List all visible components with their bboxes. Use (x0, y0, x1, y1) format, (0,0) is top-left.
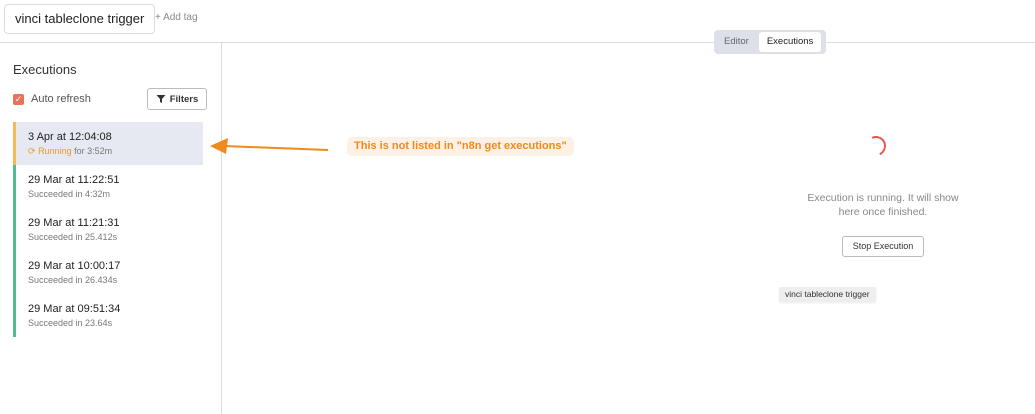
tab-executions[interactable]: Executions (758, 32, 822, 52)
workflow-name-field[interactable]: vinci tableclone trigger (4, 4, 156, 34)
add-tag-link[interactable]: + Add tag (155, 12, 198, 23)
running-duration: for 3:52m (71, 146, 113, 156)
view-toggle: Editor Executions (714, 30, 826, 54)
execution-date: 3 Apr at 12:04:08 (28, 131, 112, 143)
execution-status: Succeeded in 25.412s (28, 232, 118, 242)
executions-sidebar: Executions ✓ Auto refresh Filters 3 Apr … (0, 43, 222, 414)
execution-status: Succeeded in 4:32m (28, 189, 111, 199)
execution-status: Succeeded in 23.64s (28, 318, 113, 328)
loading-icon: ⟳ (28, 146, 36, 156)
execution-status: ⟳ Running for 3:52m (28, 146, 203, 157)
execution-item[interactable]: 29 Mar at 11:22:51 Succeeded in 4:32m (13, 165, 203, 208)
auto-refresh-checkbox[interactable]: ✓ (13, 93, 24, 105)
annotation-arrow-icon (210, 138, 329, 154)
execution-item[interactable]: 29 Mar at 11:21:31 Succeeded in 25.412s (13, 208, 203, 251)
workflow-node-label: vinci tableclone trigger (779, 287, 876, 302)
execution-item-running[interactable]: 3 Apr at 12:04:08 ⟳ Running for 3:52m (13, 122, 203, 165)
execution-item[interactable]: 29 Mar at 09:51:34 Succeeded in 23.64s (13, 294, 203, 337)
auto-refresh-label: Auto refresh (31, 93, 91, 105)
execution-date: 29 Mar at 09:51:34 (28, 303, 121, 315)
annotation-callout: This is not listed in "n8n get execution… (347, 137, 574, 156)
execution-date: 29 Mar at 11:21:31 (28, 217, 120, 229)
executions-list: 3 Apr at 12:04:08 ⟳ Running for 3:52m 29… (13, 122, 203, 337)
execution-status: Succeeded in 26.434s (28, 275, 118, 285)
execution-item[interactable]: 29 Mar at 10:00:17 Succeeded in 26.434s (13, 251, 203, 294)
filters-label: Filters (169, 93, 199, 105)
filters-button[interactable]: Filters (147, 88, 207, 110)
execution-running-message: Execution is running. It will show here … (807, 192, 959, 218)
execution-date: 29 Mar at 11:22:51 (28, 174, 120, 186)
header-bar: vinci tableclone trigger + Add tag Edito… (0, 0, 1035, 54)
filter-icon (156, 95, 166, 103)
auto-refresh-control[interactable]: ✓ Auto refresh (13, 93, 91, 105)
execution-date: 29 Mar at 10:00:17 (28, 260, 121, 272)
loading-spinner-icon (863, 133, 889, 159)
sidebar-title: Executions (13, 62, 77, 77)
tab-editor[interactable]: Editor (716, 32, 757, 52)
running-label: Running (38, 146, 72, 156)
stop-execution-button[interactable]: Stop Execution (842, 236, 924, 257)
